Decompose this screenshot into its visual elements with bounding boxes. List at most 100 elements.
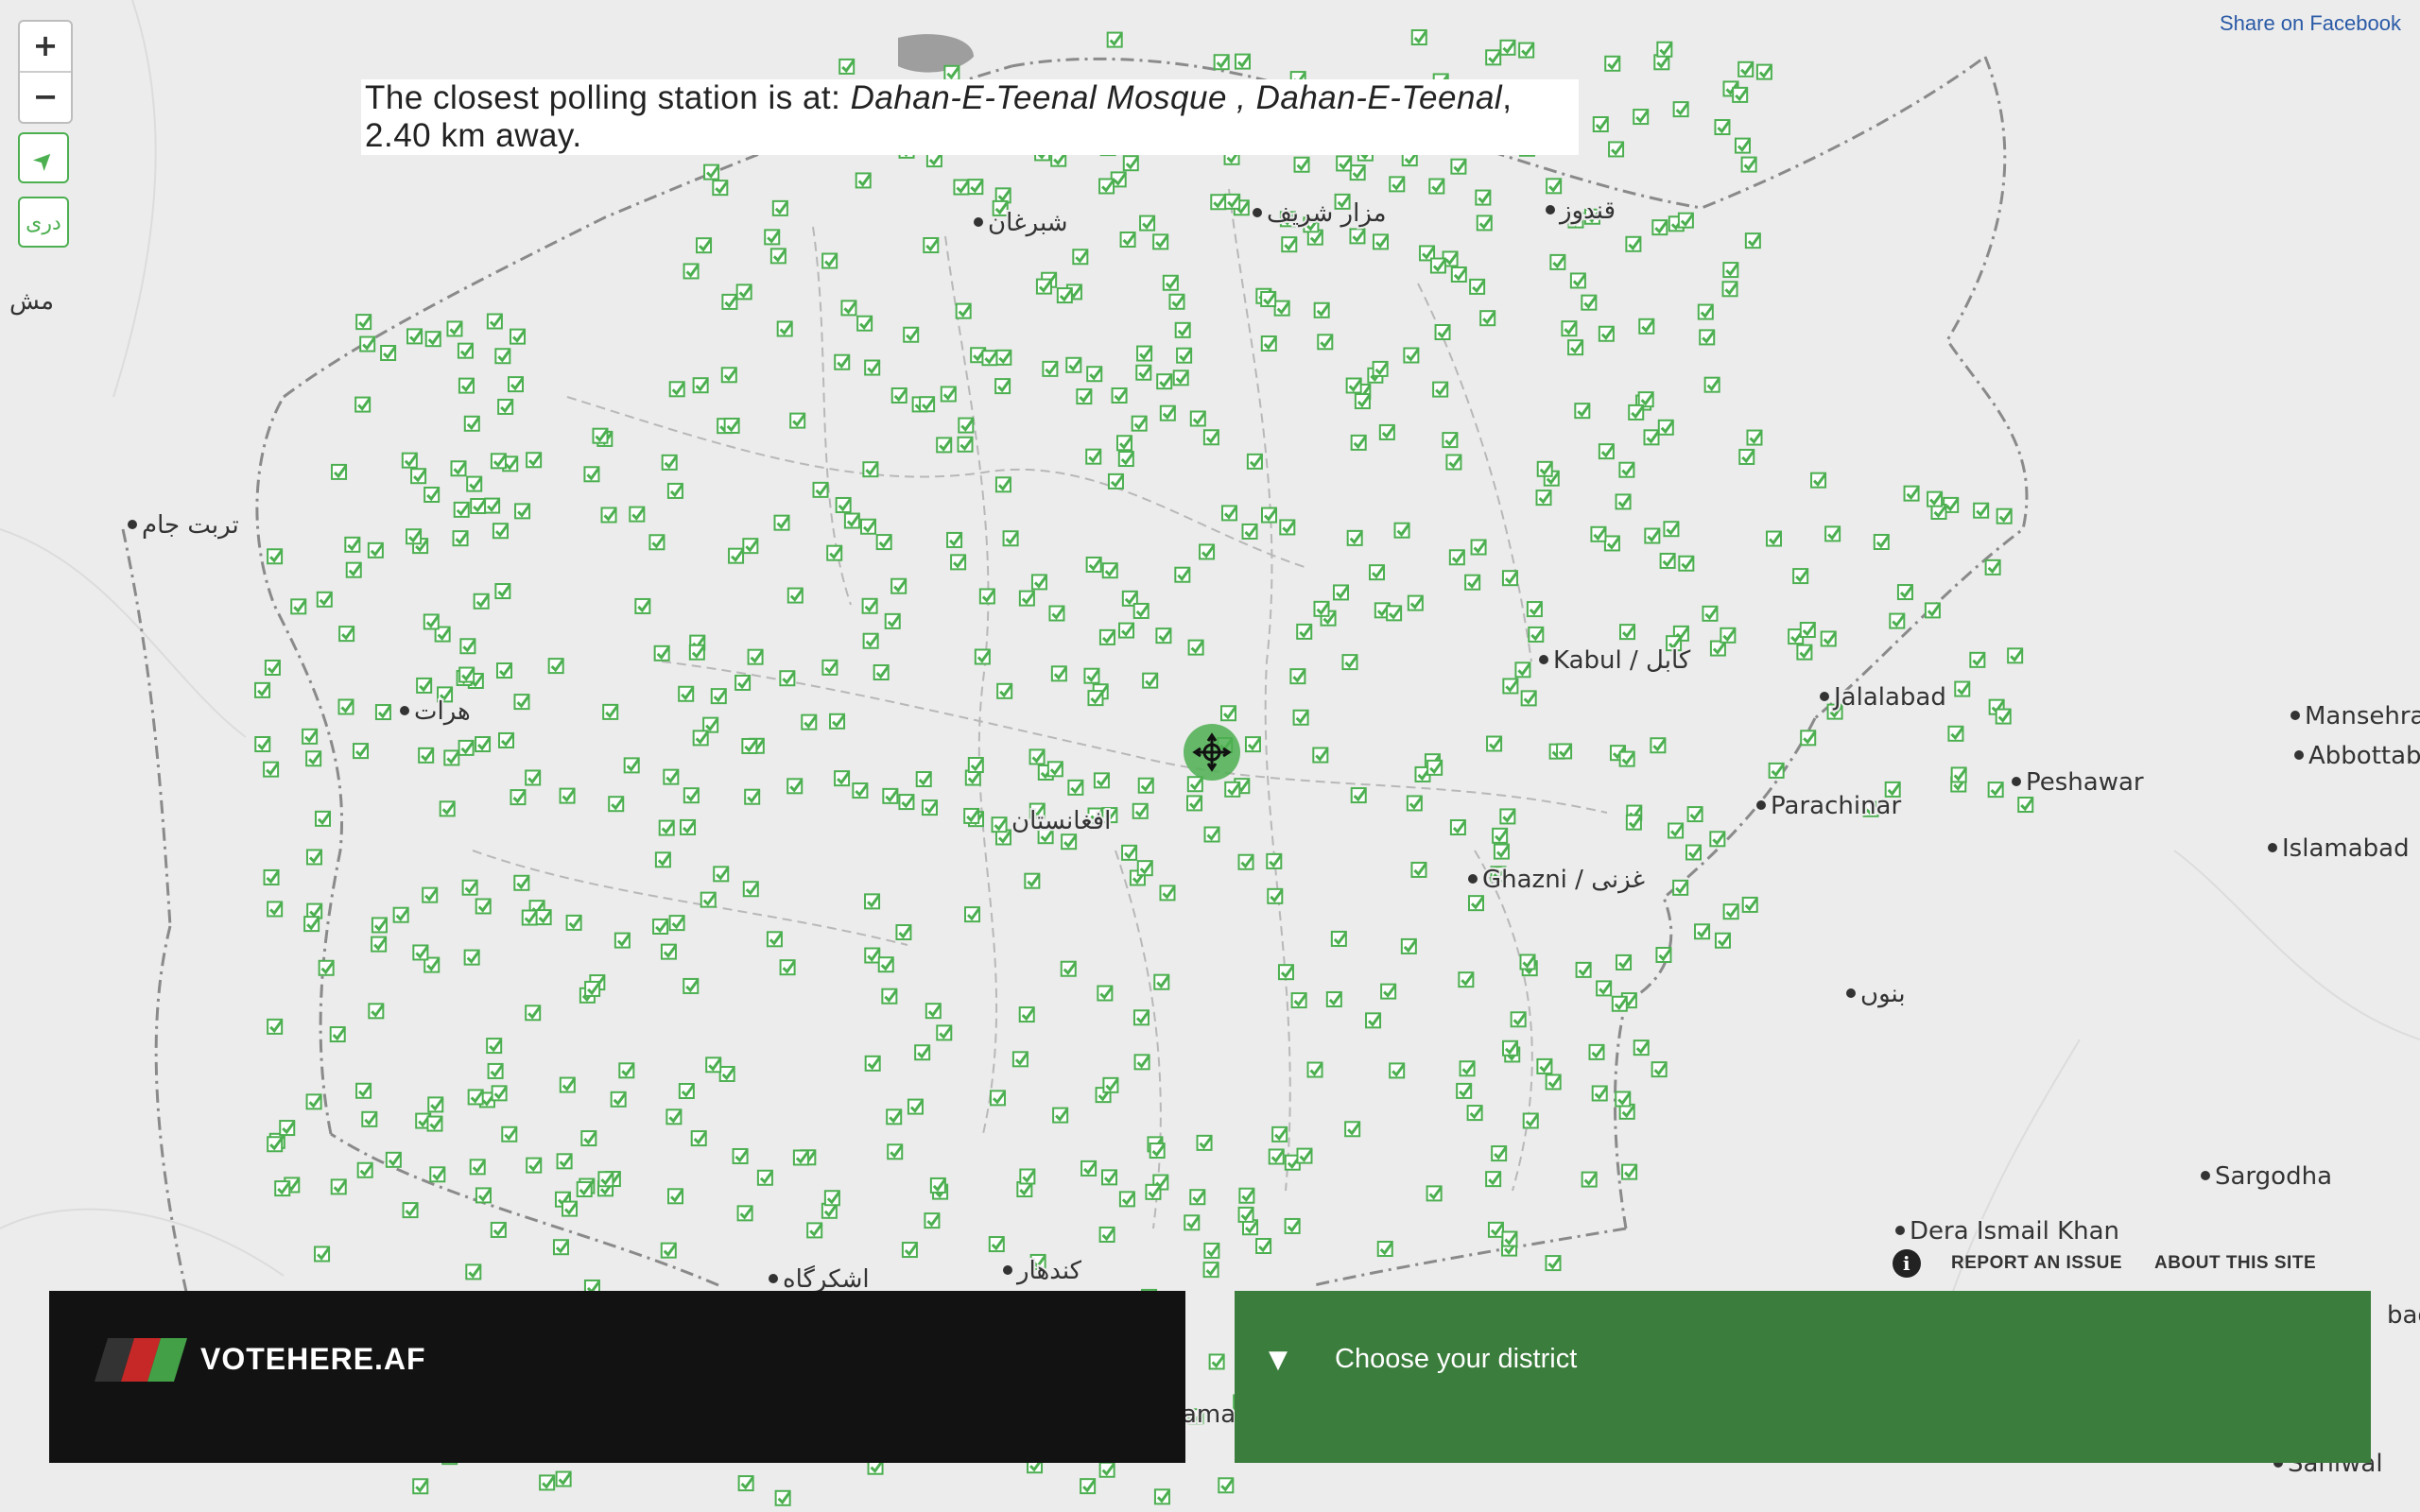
polling-station-marker[interactable] [1574, 403, 1591, 420]
polling-station-marker[interactable] [510, 328, 527, 345]
polling-station-marker[interactable] [940, 386, 958, 403]
polling-station-marker[interactable] [491, 1085, 508, 1102]
polling-station-marker[interactable] [1406, 795, 1424, 812]
polling-station-marker[interactable] [678, 1083, 696, 1100]
polling-station-marker[interactable] [446, 320, 463, 337]
polling-station-marker[interactable] [305, 750, 322, 767]
polling-station-marker[interactable] [344, 536, 361, 553]
polling-station-marker[interactable] [592, 427, 609, 444]
polling-station-marker[interactable] [1131, 415, 1148, 432]
polling-station-marker[interactable] [1061, 833, 1078, 850]
polling-station-marker[interactable] [1261, 507, 1278, 524]
polling-station-marker[interactable] [692, 730, 709, 747]
polling-station-marker[interactable] [1618, 461, 1635, 478]
polling-station-marker[interactable] [354, 396, 372, 413]
polling-station-marker[interactable] [1738, 448, 1755, 465]
polling-station-marker[interactable] [510, 789, 527, 806]
polling-station-marker[interactable] [666, 482, 684, 499]
polling-station-marker[interactable] [1502, 1040, 1519, 1057]
polling-station-marker[interactable] [936, 437, 953, 454]
polling-station-marker[interactable] [1740, 156, 1757, 173]
polling-station-marker[interactable] [737, 1475, 754, 1492]
polling-station-marker[interactable] [967, 179, 984, 196]
polling-station-marker[interactable] [1072, 249, 1089, 266]
polling-station-marker[interactable] [1145, 1183, 1162, 1200]
polling-station-marker[interactable] [873, 664, 890, 681]
polling-station-marker[interactable] [1292, 709, 1309, 726]
polling-station-marker[interactable] [1621, 1163, 1638, 1180]
polling-station-marker[interactable] [1341, 654, 1358, 671]
polling-station-marker[interactable] [290, 598, 307, 615]
polling-station-marker[interactable] [1189, 410, 1207, 427]
polling-station-marker[interactable] [648, 534, 666, 551]
polling-station-marker[interactable] [608, 796, 625, 813]
polling-station-marker[interactable] [459, 638, 476, 655]
polling-station-marker[interactable] [501, 1125, 518, 1143]
polling-station-marker[interactable] [710, 688, 727, 705]
polling-station-marker[interactable] [359, 335, 376, 352]
polling-station-marker[interactable] [1118, 622, 1135, 639]
polling-station-marker[interactable] [1615, 493, 1632, 510]
polling-station-marker[interactable] [735, 284, 752, 301]
polling-station-marker[interactable] [890, 577, 908, 594]
polling-station-marker[interactable] [1800, 730, 1817, 747]
polling-station-marker[interactable] [864, 359, 881, 376]
polling-station-marker[interactable] [1721, 281, 1738, 298]
polling-station-marker[interactable] [1469, 278, 1486, 295]
polling-station-marker[interactable] [789, 412, 806, 429]
polling-station-marker[interactable] [1152, 233, 1169, 250]
polling-station-marker[interactable] [316, 591, 333, 608]
polling-station-marker[interactable] [747, 648, 764, 665]
polling-station-marker[interactable] [1450, 158, 1467, 175]
polling-station-marker[interactable] [1085, 556, 1102, 573]
polling-station-marker[interactable] [1996, 507, 2013, 524]
polling-station-marker[interactable] [402, 1202, 419, 1219]
polling-station-marker[interactable] [1598, 325, 1616, 342]
polling-station-marker[interactable] [1325, 990, 1343, 1007]
polling-station-marker[interactable] [1799, 622, 1817, 639]
polling-station-marker[interactable] [492, 523, 510, 540]
polling-station-marker[interactable] [882, 787, 899, 804]
polling-station-marker[interactable] [412, 1478, 429, 1495]
polling-station-marker[interactable] [907, 1098, 925, 1115]
polling-station-marker[interactable] [490, 453, 508, 470]
polling-station-marker[interactable] [1744, 232, 1762, 249]
polling-station-marker[interactable] [1824, 525, 1841, 542]
polling-station-marker[interactable] [452, 530, 469, 547]
polling-station-marker[interactable] [1810, 472, 1827, 489]
polling-station-marker[interactable] [1501, 1230, 1518, 1247]
polling-station-marker[interactable] [1486, 735, 1503, 752]
polling-station-marker[interactable] [1174, 321, 1191, 338]
polling-station-marker[interactable] [475, 736, 492, 753]
polling-station-marker[interactable] [1407, 594, 1425, 611]
polling-station-marker[interactable] [1545, 1255, 1562, 1272]
polling-station-marker[interactable] [1097, 985, 1114, 1002]
polling-station-marker[interactable] [263, 761, 280, 778]
polling-station-marker[interactable] [539, 1474, 556, 1491]
polling-station-marker[interactable] [1203, 1242, 1220, 1259]
polling-station-marker[interactable] [1172, 369, 1189, 387]
polling-station-marker[interactable] [821, 659, 838, 676]
polling-station-marker[interactable] [988, 1236, 1006, 1253]
polling-station-marker[interactable] [852, 782, 869, 799]
polling-station-marker[interactable] [773, 514, 790, 531]
polling-station-marker[interactable] [1485, 1171, 1502, 1188]
polling-station-marker[interactable] [696, 237, 713, 254]
polling-station-marker[interactable] [1133, 1054, 1150, 1071]
polling-station-marker[interactable] [1224, 193, 1241, 210]
polling-station-marker[interactable] [1184, 1214, 1201, 1231]
polling-station-marker[interactable] [1142, 672, 1159, 689]
polling-station-marker[interactable] [925, 1003, 942, 1020]
polling-station-marker[interactable] [470, 498, 487, 515]
polling-station-marker[interactable] [861, 597, 878, 614]
polling-station-marker[interactable] [443, 749, 460, 766]
polling-station-marker[interactable] [614, 932, 631, 949]
polling-station-marker[interactable] [742, 881, 759, 898]
polling-station-marker[interactable] [1501, 570, 1519, 587]
polling-station-marker[interactable] [426, 1115, 443, 1132]
polling-station-marker[interactable] [901, 1242, 919, 1259]
polling-station-marker[interactable] [406, 528, 423, 545]
polling-station-marker[interactable] [812, 481, 829, 498]
polling-station-marker[interactable] [634, 597, 651, 614]
polling-station-marker[interactable] [1386, 605, 1403, 622]
